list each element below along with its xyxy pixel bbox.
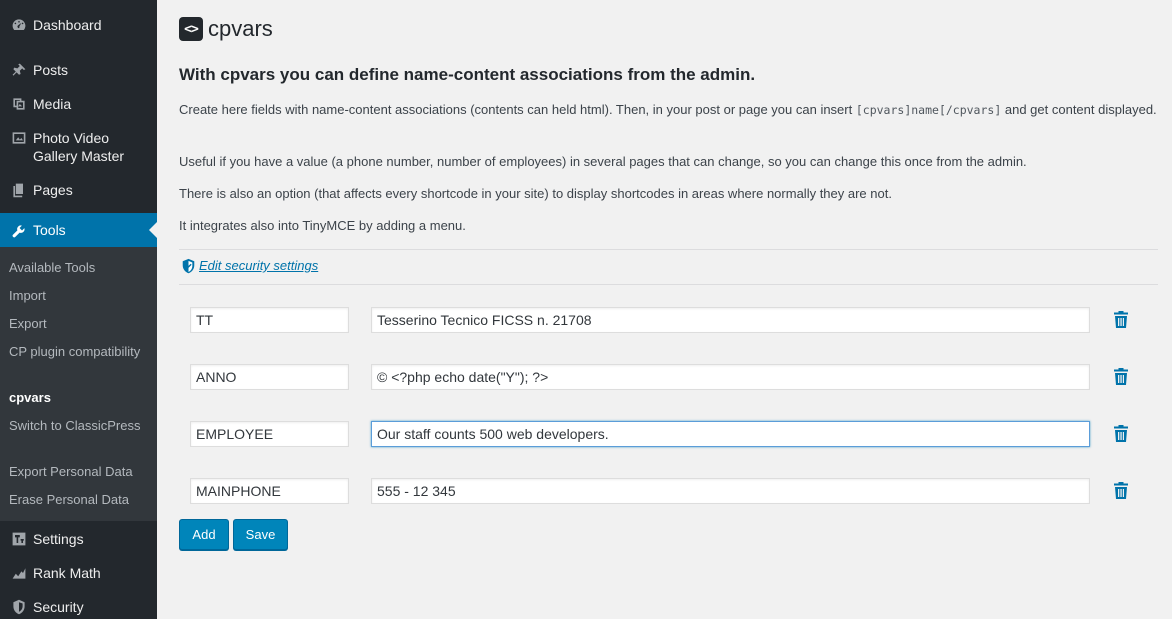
intro-text-end: and get content displayed. [1001,102,1157,117]
divider [179,249,1158,250]
submenu-available-tools[interactable]: Available Tools [9,259,154,277]
var-row [190,478,1140,504]
submenu-erase-personal-data[interactable]: Erase Personal Data [9,491,154,509]
trash-icon[interactable] [1112,368,1130,386]
trash-icon[interactable] [1112,482,1130,500]
divider [179,284,1158,285]
tools-submenu: Available Tools Import Export CP plugin … [0,247,157,521]
menu-item-media[interactable]: Media [0,95,157,113]
settings-icon [0,530,33,547]
intro-text: Create here fields with name-content ass… [179,102,856,117]
var-row [190,364,1140,390]
menu-item-posts[interactable]: Posts [0,61,157,79]
shortcode-example: [cpvars]name[/cpvars] [855,103,1002,117]
menu-item-settings[interactable]: Settings [0,530,157,548]
var-row [190,421,1140,447]
page-header: <> cpvars [179,14,273,44]
menu-label: Tools [33,222,66,238]
var-name-input[interactable] [190,421,349,447]
current-menu-arrow [149,222,157,238]
menu-item-photo-video-gallery-master[interactable]: Photo Video Gallery Master [0,129,157,165]
var-row [190,307,1140,333]
option-paragraph: There is also an option (that affects ev… [179,186,892,201]
dashboard-icon [0,16,33,33]
edit-security-settings-link[interactable]: Edit security settings [199,257,318,275]
usage-paragraph: Useful if you have a value (a phone numb… [179,154,1027,169]
save-button[interactable]: Save [233,519,288,550]
submenu-import[interactable]: Import [9,287,154,305]
pin-icon [0,61,33,78]
var-content-input[interactable] [371,364,1090,390]
menu-label: Settings [33,531,84,547]
add-button[interactable]: Add [179,519,229,550]
chart-icon [0,564,33,581]
gallery-icon [0,129,33,146]
menu-item-dashboard[interactable]: Dashboard [0,16,157,34]
var-content-input[interactable] [371,421,1090,447]
submenu-switch-to-classicpress[interactable]: Switch to ClassicPress [9,417,154,435]
var-content-input[interactable] [371,307,1090,333]
submenu-export-personal-data[interactable]: Export Personal Data [9,463,154,481]
menu-label: Photo Video Gallery Master [33,130,125,164]
trash-icon[interactable] [1112,425,1130,443]
menu-item-rank-math[interactable]: Rank Math [0,564,157,582]
var-content-input[interactable] [371,478,1090,504]
admin-sidebar: Dashboard Posts Media Photo Video Galler… [0,0,157,619]
menu-label: Media [33,96,72,112]
var-name-input[interactable] [190,364,349,390]
menu-label: Security [33,599,84,615]
intro-paragraph: Create here fields with name-content ass… [179,100,1164,120]
tinymce-paragraph: It integrates also into TinyMCE by addin… [179,218,466,233]
menu-label: Rank Math [33,565,101,581]
submenu-cp-plugin-compatibility[interactable]: CP plugin compatibility [9,343,154,361]
submenu-export[interactable]: Export [9,315,154,333]
menu-item-pages[interactable]: Pages [0,181,157,199]
wrench-icon [0,222,33,239]
menu-label: Pages [33,182,73,198]
var-name-input[interactable] [190,307,349,333]
shield-icon [181,258,196,274]
shield-icon [0,598,33,615]
menu-label: Posts [33,62,69,78]
var-name-input[interactable] [190,478,349,504]
menu-label: Dashboard [33,17,102,33]
trash-icon[interactable] [1112,311,1130,329]
page-heading: With cpvars you can define name-content … [179,65,756,84]
media-icon [0,95,33,112]
submenu-cpvars[interactable]: cpvars [9,389,154,407]
pages-icon [0,181,33,198]
page-title: cpvars [208,16,273,41]
security-settings-row: Edit security settings [181,257,318,275]
menu-item-tools[interactable]: Tools [0,213,157,247]
menu-item-security[interactable]: Security [0,598,157,616]
code-icon: <> [179,17,203,41]
